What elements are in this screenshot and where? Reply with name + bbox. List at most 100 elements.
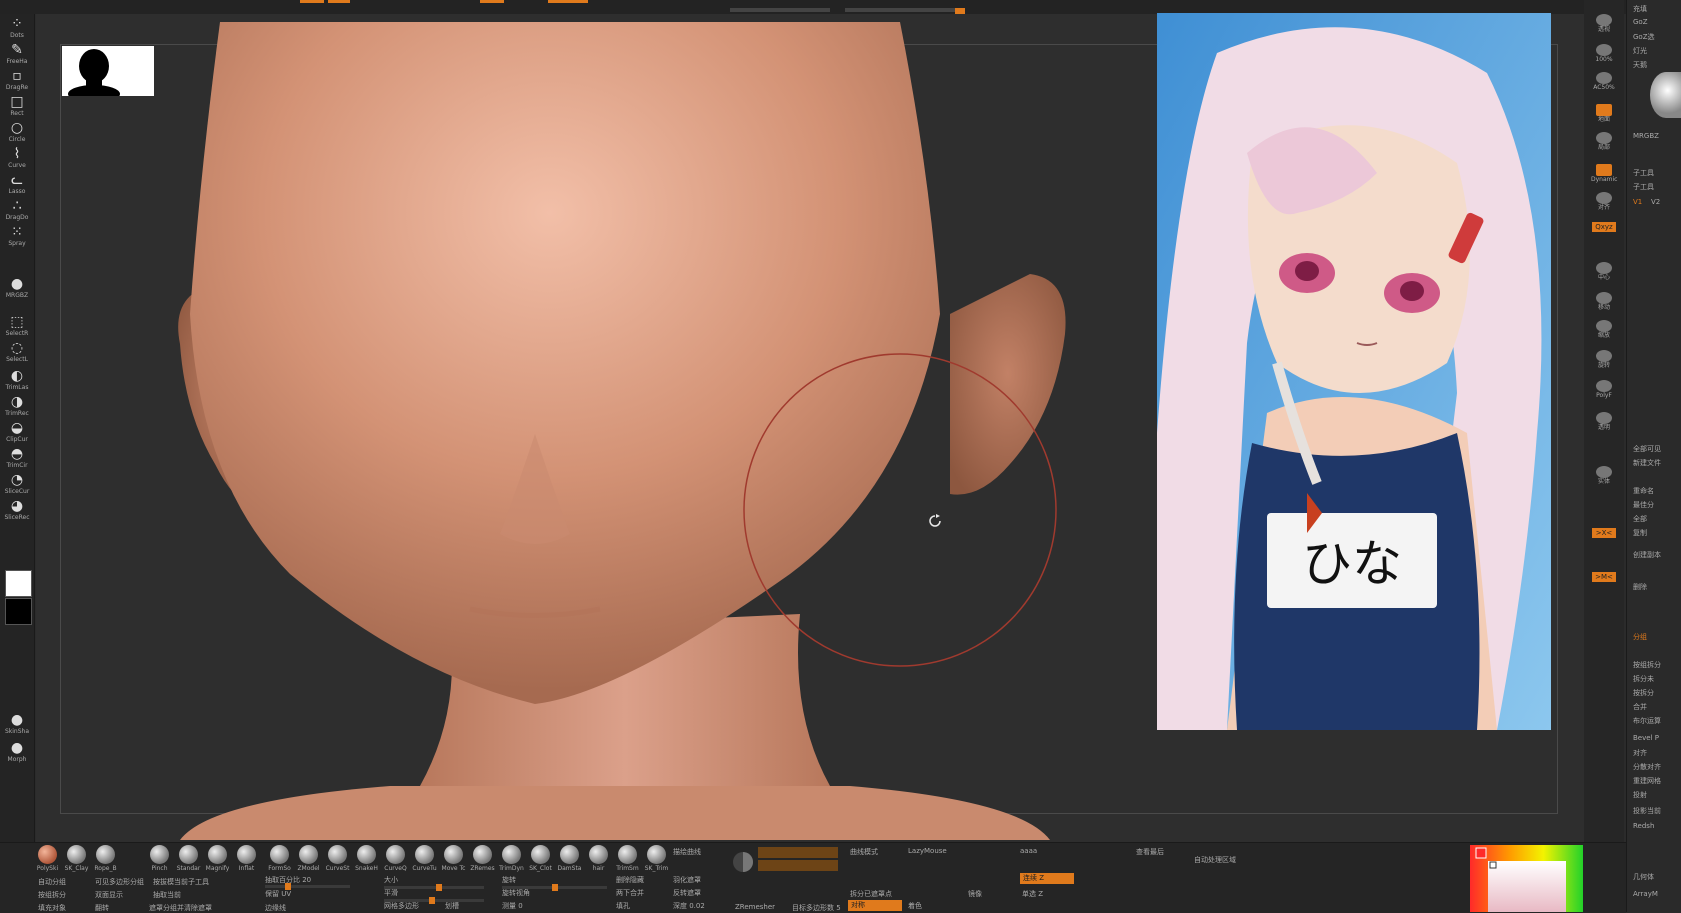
- tool-trim-rect[interactable]: ◑ TrimRec: [2, 394, 32, 420]
- symmetry-button[interactable]: 对称: [848, 900, 902, 911]
- brush-slot[interactable]: DamSta: [556, 845, 583, 873]
- brush-slot[interactable]: SnakeH: [353, 845, 380, 873]
- tool-slice-rect[interactable]: ◕ SliceRec: [2, 498, 32, 524]
- brush-slot[interactable]: CurveTu: [411, 845, 438, 873]
- auto-region-button[interactable]: 自动处理区域: [1194, 855, 1236, 865]
- top-slider[interactable]: [730, 8, 830, 12]
- side-list-item[interactable]: Redsh: [1633, 822, 1654, 830]
- side-list-item[interactable]: 重建网格: [1633, 776, 1661, 786]
- group-visible-button[interactable]: 可见多边形分组: [95, 877, 144, 887]
- side-list-item[interactable]: 投影当前: [1633, 806, 1661, 816]
- right-tool-center[interactable]: 中心: [1591, 262, 1617, 284]
- zremesher-button[interactable]: ZRemesher: [735, 903, 775, 911]
- tool-morph[interactable]: ● Morph: [2, 740, 32, 766]
- side-list-item[interactable]: 全部可见: [1633, 444, 1661, 454]
- side-list-item[interactable]: 子工具: [1633, 182, 1654, 192]
- side-list-item[interactable]: 按组拆分: [1633, 660, 1661, 670]
- side-list-item[interactable]: 分组: [1633, 632, 1647, 642]
- side-list-item[interactable]: 拆分未: [1633, 674, 1654, 684]
- extract-current-button[interactable]: 抽取当前: [153, 890, 181, 900]
- side-list-item[interactable]: 最佳分: [1633, 500, 1654, 510]
- tool-clip-curve[interactable]: ◒ ClipCur: [2, 420, 32, 446]
- curve-mode-button[interactable]: 曲线模式: [850, 847, 878, 857]
- main-color-swatch[interactable]: [5, 570, 32, 597]
- side-list-item[interactable]: Bevel P: [1633, 734, 1659, 742]
- side-list-item[interactable]: 天鹅: [1633, 60, 1647, 70]
- secondary-color-swatch[interactable]: [5, 598, 32, 625]
- side-list-item[interactable]: ArrayM: [1633, 890, 1658, 898]
- side-list-item[interactable]: 子工具: [1633, 168, 1654, 178]
- side-list-item[interactable]: 全部: [1633, 514, 1647, 524]
- brush-slot[interactable]: TrimDyn: [498, 845, 525, 873]
- tool-trim-circle[interactable]: ◓ TrimCir: [2, 446, 32, 472]
- blur-mask-button[interactable]: 羽化遮罩: [673, 875, 701, 885]
- brush-slot[interactable]: Rope_B: [92, 845, 119, 873]
- tool-spray[interactable]: ⁙ Spray: [2, 224, 32, 250]
- continuous-z-button[interactable]: 连续 Z: [1020, 873, 1074, 884]
- side-list-item[interactable]: 充填: [1633, 4, 1647, 14]
- side-list-item[interactable]: 几何体: [1633, 872, 1654, 882]
- brush-slot[interactable]: CurveQ: [382, 845, 409, 873]
- side-list-item[interactable]: 按拆分: [1633, 688, 1654, 698]
- brush-slot[interactable]: PolySki: [34, 845, 61, 873]
- side-list-item[interactable]: V1: [1633, 198, 1642, 206]
- right-tool-transparent[interactable]: 透明: [1591, 412, 1617, 434]
- right-tool-local[interactable]: 局部: [1591, 132, 1617, 154]
- lazy-mouse-button[interactable]: LazyMouse: [908, 847, 947, 855]
- color-picker[interactable]: [1470, 845, 1583, 912]
- single-z-button[interactable]: 单选 Z: [1022, 889, 1043, 899]
- brush-slot[interactable]: FormSo: [266, 845, 293, 873]
- brush-slot[interactable]: CurveSt: [324, 845, 351, 873]
- side-list-item[interactable]: 投射: [1633, 790, 1647, 800]
- side-list-item[interactable]: 灯光: [1633, 46, 1647, 56]
- side-list-item[interactable]: MRGBZ: [1633, 132, 1659, 140]
- group-subtool-button[interactable]: 按拔模当前子工具: [153, 877, 209, 887]
- brush-slot[interactable]: SK_Clot: [527, 845, 554, 873]
- right-tool-zoom[interactable]: 100%: [1591, 44, 1617, 66]
- keep-uv-button[interactable]: 保留 UV: [265, 889, 291, 899]
- brush-slot[interactable]: Pinch: [146, 845, 173, 873]
- tool-curve[interactable]: ⌇ Curve: [2, 146, 32, 172]
- brush-slot[interactable]: Move Tc: [440, 845, 467, 873]
- right-tool-move[interactable]: 移动: [1591, 292, 1617, 314]
- rotate-view-button[interactable]: 旋转视角: [502, 888, 530, 898]
- mirror-button[interactable]: 镜像: [968, 889, 982, 899]
- tool-dots[interactable]: ⁘ Dots: [2, 16, 32, 42]
- tool-skin-shade[interactable]: ● SkinSha: [2, 712, 32, 738]
- brush-slot[interactable]: SK_Clay: [63, 845, 90, 873]
- right-tool-dynamic[interactable]: Dynamic: [1591, 164, 1617, 186]
- extract-percent-slider[interactable]: [265, 883, 350, 890]
- side-list-item[interactable]: 合并: [1633, 702, 1647, 712]
- fill-holes-button[interactable]: 填孔: [616, 901, 630, 911]
- right-tool-scale[interactable]: 缩放: [1591, 320, 1617, 342]
- right-tool-rotate[interactable]: 旋转: [1591, 350, 1617, 372]
- merge-two-button[interactable]: 两下合并: [616, 888, 644, 898]
- brush-slot[interactable]: TrimSm: [614, 845, 641, 873]
- side-list-item[interactable]: GoZ: [1633, 18, 1648, 26]
- tool-circle[interactable]: ○ Circle: [2, 120, 32, 146]
- aaaa-field[interactable]: aaaa: [1020, 847, 1037, 855]
- tool-trim-lasso[interactable]: ◐ TrimLas: [2, 368, 32, 394]
- brush-slot[interactable]: ZRemes: [469, 845, 496, 873]
- auto-group-button[interactable]: 自动分组: [38, 877, 66, 887]
- view-last-button[interactable]: 查看最后: [1136, 847, 1164, 857]
- tool-select-lasso[interactable]: ◌ SelectL: [2, 340, 32, 366]
- tool-rect[interactable]: □ Rect: [2, 94, 32, 120]
- side-list-item[interactable]: GoZ选: [1633, 32, 1655, 42]
- symmetry-m-toggle[interactable]: >M<: [1592, 572, 1616, 582]
- tool-select-rect[interactable]: ⬚ SelectR: [2, 314, 32, 340]
- side-list-item[interactable]: 创建副本: [1633, 550, 1661, 560]
- brush-slot[interactable]: hair: [585, 845, 612, 873]
- brush-slot[interactable]: Standar: [175, 845, 202, 873]
- groove-button[interactable]: 划槽: [445, 901, 459, 911]
- side-list-item[interactable]: 新建文件: [1633, 458, 1661, 468]
- tool-slice-curve[interactable]: ◔ SliceCur: [2, 472, 32, 498]
- side-list-item[interactable]: 布尔运算: [1633, 716, 1661, 726]
- brush-slot[interactable]: SK_Trim: [643, 845, 670, 873]
- size-slider[interactable]: [384, 884, 484, 891]
- side-list-item[interactable]: 复制: [1633, 528, 1647, 538]
- side-list-item[interactable]: 删除: [1633, 582, 1647, 592]
- right-tool-solo[interactable]: 实体: [1591, 466, 1617, 488]
- double-sided-button[interactable]: 双面显示: [95, 890, 123, 900]
- delete-hidden-button[interactable]: 删除隐藏: [616, 875, 644, 885]
